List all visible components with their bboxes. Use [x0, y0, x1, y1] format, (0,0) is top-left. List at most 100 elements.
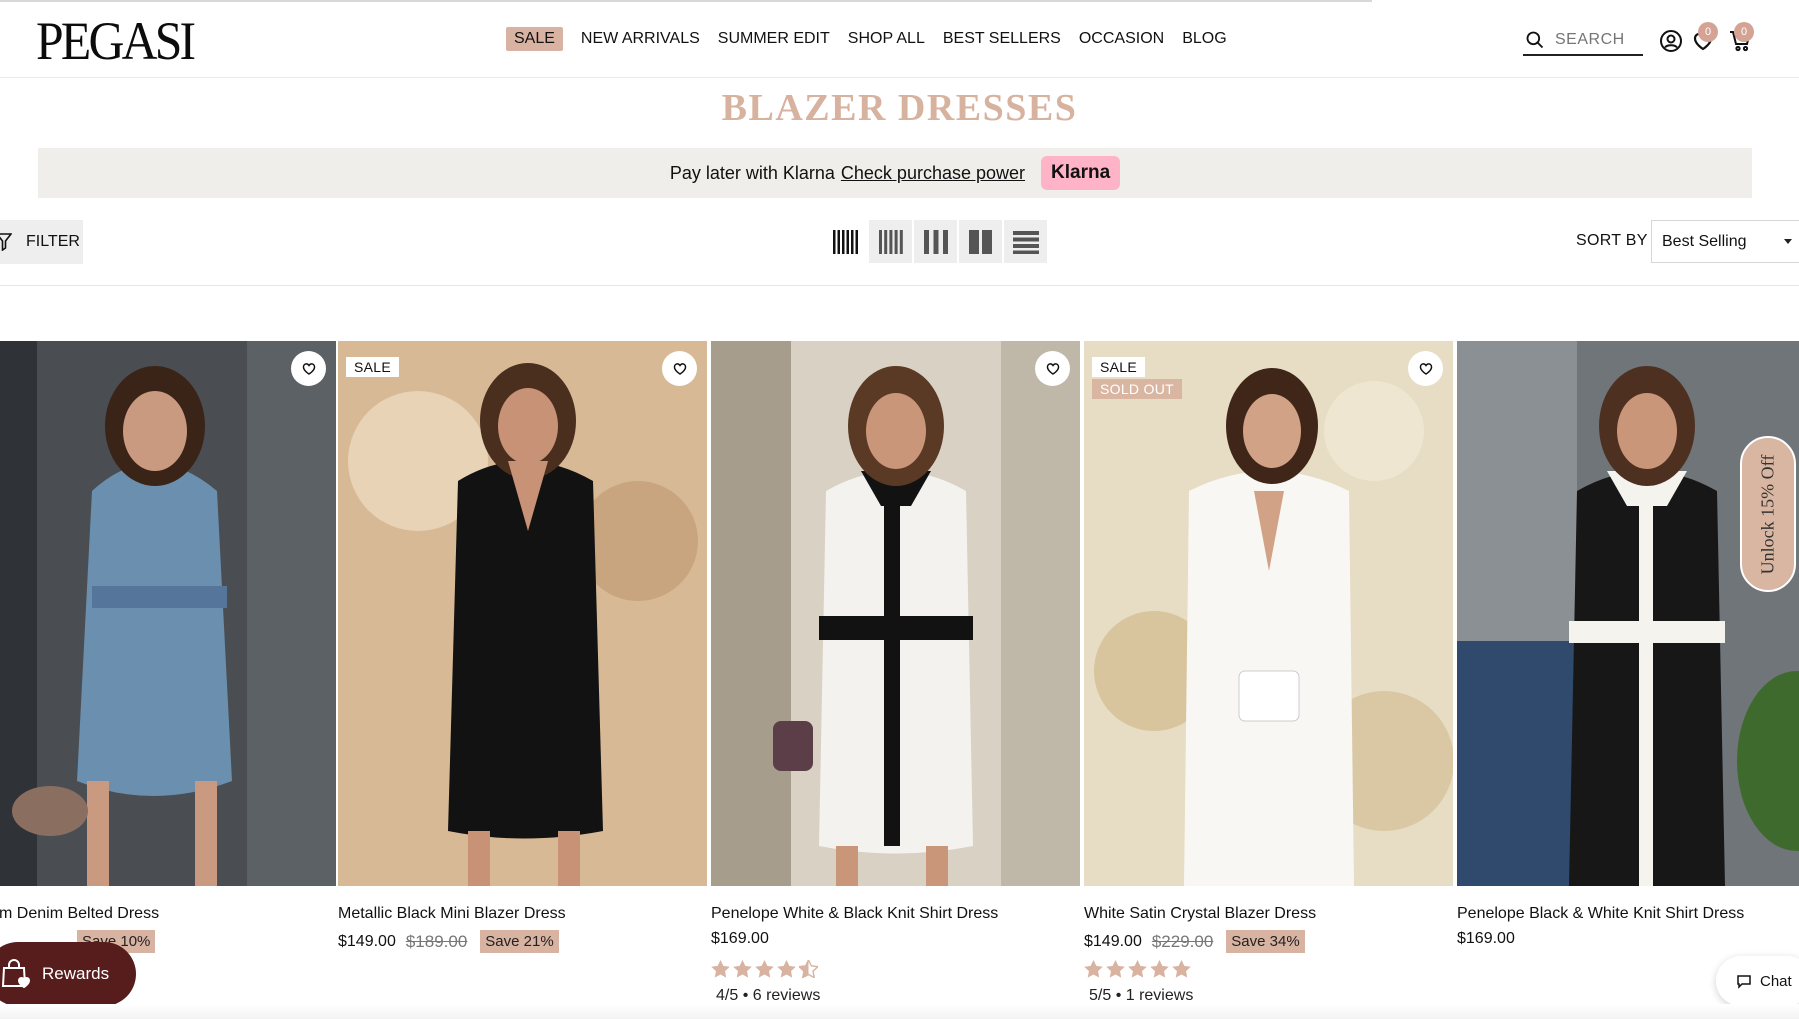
- klarna-logo: Klarna: [1041, 156, 1121, 190]
- add-to-wishlist-button[interactable]: [291, 351, 326, 386]
- review-summary[interactable]: 5/5 • 1 reviews: [1089, 987, 1193, 1005]
- product-price-row: $149.00 $229.00 Save 34%: [1084, 930, 1305, 953]
- product-photo: [0, 341, 336, 886]
- product-card[interactable]: Penelope Black & White Knit Shirt Dress …: [1457, 341, 1799, 947]
- star-icon: [1084, 960, 1103, 978]
- product-name[interactable]: Penelope White & Black Knit Shirt Dress: [711, 905, 998, 923]
- klarna-text: Pay later with Klarna: [669, 162, 835, 183]
- nav-item-new-arrivals[interactable]: NEW ARRIVALS: [581, 28, 700, 50]
- product-card[interactable]: SALE SOLD OUT White Satin Crystal Blazer…: [1084, 341, 1453, 1004]
- star-icon: [1172, 960, 1191, 978]
- star-icon: [1128, 960, 1147, 978]
- rewards-button[interactable]: Rewards: [0, 942, 136, 1006]
- product-photo: [338, 341, 707, 886]
- product-name[interactable]: Penelope Black & White Knit Shirt Dress: [1457, 905, 1744, 923]
- unlock-discount-label: Unlock 15% Off: [1757, 454, 1778, 574]
- search-input[interactable]: [1555, 31, 1643, 49]
- view-list-button[interactable]: [1004, 220, 1047, 263]
- chevron-down-icon: [1784, 239, 1792, 244]
- product-price-row: $149.00 $189.00 Save 21%: [338, 930, 559, 953]
- view-grid-4-button[interactable]: [914, 220, 957, 263]
- list-view-icon: [1012, 230, 1039, 254]
- product-price-row: $169.00: [711, 930, 769, 948]
- star-icon: [755, 960, 774, 978]
- klarna-check-link[interactable]: Check purchase power: [841, 163, 1025, 184]
- add-to-wishlist-button[interactable]: [662, 351, 697, 386]
- product-photo: [1457, 341, 1799, 886]
- chat-button[interactable]: Chat: [1716, 956, 1799, 1006]
- filter-button[interactable]: FILTER: [0, 220, 83, 264]
- brand-logo[interactable]: PEGASI: [36, 14, 196, 68]
- site-header: PEGASI SALE NEW ARRIVALS SUMMER EDIT SHO…: [0, 2, 1799, 78]
- heart-icon: [1419, 363, 1432, 375]
- product-price: $169.00: [711, 930, 769, 947]
- heart-icon: [1046, 363, 1059, 375]
- heart-icon: [673, 363, 686, 375]
- rating-stars: [1084, 960, 1194, 978]
- filter-icon: [0, 233, 12, 251]
- product-image[interactable]: SALE: [338, 341, 707, 886]
- view-grid-5-button[interactable]: [869, 220, 912, 263]
- rating-stars: [711, 960, 821, 978]
- sale-price: $149.00: [1084, 932, 1142, 950]
- filter-label: FILTER: [26, 233, 80, 250]
- sale-tag: SALE: [1092, 357, 1145, 377]
- product-card[interactable]: E ogram Denim Belted Dress Save 10%: [0, 341, 336, 953]
- product-name[interactable]: ogram Denim Belted Dress: [0, 905, 159, 923]
- compare-price: $189.00: [405, 931, 468, 951]
- nav-item-sale[interactable]: SALE: [506, 27, 563, 51]
- compare-price: $229.00: [1151, 931, 1214, 951]
- add-to-wishlist-button[interactable]: [1408, 351, 1443, 386]
- star-icon: [1106, 960, 1125, 978]
- grid-5-icon: [878, 229, 903, 254]
- view-mode-switcher: [824, 220, 1049, 263]
- product-photo: [711, 341, 1080, 886]
- sale-tag: SALE: [346, 357, 399, 377]
- star-half-icon: [799, 960, 818, 978]
- search-box[interactable]: [1523, 26, 1643, 56]
- shopping-bag-heart-icon: [1, 959, 31, 989]
- nav-item-summer-edit[interactable]: SUMMER EDIT: [718, 28, 830, 50]
- review-summary[interactable]: 4/5 • 6 reviews: [716, 987, 820, 1005]
- unlock-discount-tab[interactable]: Unlock 15% Off: [1740, 436, 1796, 592]
- product-image[interactable]: SALE SOLD OUT: [1084, 341, 1453, 886]
- sort-selected-value: Best Selling: [1662, 232, 1747, 250]
- product-image[interactable]: [711, 341, 1080, 886]
- save-badge: Save 21%: [480, 930, 559, 953]
- product-name[interactable]: Metallic Black Mini Blazer Dress: [338, 905, 566, 923]
- klarna-banner: Pay later with Klarna Check purchase pow…: [38, 148, 1752, 198]
- product-card[interactable]: SALE Metallic Black Mini Blazer Dress $1…: [338, 341, 707, 953]
- star-icon: [711, 960, 730, 978]
- grid-6-icon: [832, 229, 858, 254]
- rewards-label: Rewards: [42, 964, 110, 983]
- chat-label: Chat: [1760, 972, 1792, 990]
- nav-item-best-sellers[interactable]: BEST SELLERS: [943, 28, 1061, 50]
- product-photo: [1084, 341, 1453, 886]
- product-card[interactable]: Penelope White & Black Knit Shirt Dress …: [711, 341, 1080, 1004]
- grid-2-icon: [968, 229, 992, 254]
- add-to-wishlist-button[interactable]: [1035, 351, 1070, 386]
- heart-icon: [302, 363, 315, 375]
- account-icon[interactable]: [1658, 28, 1684, 54]
- view-grid-2-button[interactable]: [959, 220, 1002, 263]
- star-icon: [777, 960, 796, 978]
- star-icon: [733, 960, 752, 978]
- product-price: $169.00: [1457, 930, 1515, 947]
- product-image[interactable]: E: [0, 341, 336, 886]
- save-badge: Save 34%: [1226, 930, 1305, 953]
- nav-item-shop-all[interactable]: SHOP ALL: [848, 28, 925, 50]
- toolbar-divider: [0, 285, 1799, 286]
- cart-count-badge: 0: [1734, 22, 1754, 42]
- view-grid-6-button[interactable]: [824, 220, 867, 263]
- wishlist-count-badge: 0: [1698, 22, 1718, 42]
- chat-bubble-icon: [1737, 975, 1751, 989]
- product-name[interactable]: White Satin Crystal Blazer Dress: [1084, 905, 1316, 923]
- search-icon: [1526, 31, 1544, 49]
- nav-item-blog[interactable]: BLOG: [1182, 28, 1226, 50]
- sort-select[interactable]: Best Selling: [1651, 220, 1799, 263]
- product-price-row: $169.00: [1457, 930, 1515, 948]
- sold-out-tag: SOLD OUT: [1092, 379, 1182, 399]
- star-icon: [1150, 960, 1169, 978]
- product-image[interactable]: [1457, 341, 1799, 886]
- nav-item-occasion[interactable]: OCCASION: [1079, 28, 1164, 50]
